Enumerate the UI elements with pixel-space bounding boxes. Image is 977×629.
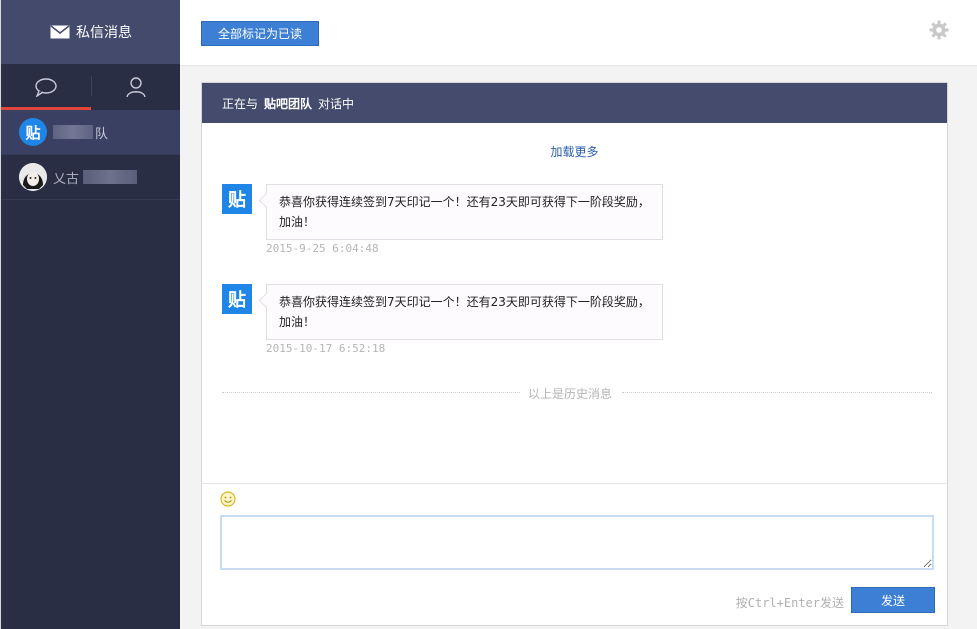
load-more-link[interactable]: 加载更多 bbox=[202, 143, 947, 160]
history-divider-label: 以上是历史消息 bbox=[528, 387, 613, 401]
history-divider: 以上是历史消息 bbox=[222, 385, 932, 401]
tab-conversations[interactable] bbox=[1, 64, 91, 110]
composer: 按Ctrl+Enter发送 发送 bbox=[202, 483, 947, 627]
message-bubble: 恭喜你获得连续签到7天印记一个！还有23天即可获得下一阶段奖励，加油！ bbox=[266, 184, 663, 240]
avatar: 贴 bbox=[19, 118, 47, 146]
sidebar: 私信消息 贴 队 乂古 bbox=[0, 0, 181, 629]
divider-line bbox=[222, 392, 520, 393]
top-toolbar: 全部标记为已读 bbox=[180, 0, 977, 66]
send-button[interactable]: 发送 bbox=[851, 587, 935, 613]
chat-bubble-icon bbox=[35, 78, 57, 97]
message-input[interactable] bbox=[220, 515, 934, 570]
divider-line bbox=[622, 392, 932, 393]
chat-header-suffix: 对话中 bbox=[318, 96, 355, 111]
sidebar-title: 私信消息 bbox=[76, 25, 132, 41]
avatar: 贴 bbox=[222, 284, 252, 314]
chat-header: 正在与 贴吧团队 对话中 bbox=[202, 83, 947, 123]
conversation-name: 乂古 bbox=[53, 171, 80, 187]
chat-panel: 正在与 贴吧团队 对话中 加载更多 贴 恭喜你获得连续签到7天印记一个！还有23… bbox=[201, 82, 948, 626]
message-timestamp: 2015-10-17 6:52:18 bbox=[266, 342, 386, 355]
conversation-name: 队 bbox=[95, 126, 109, 142]
message-timestamp: 2015-9-25 6:04:48 bbox=[266, 242, 379, 255]
message-bubble: 恭喜你获得连续签到7天印记一个！还有23天即可获得下一阶段奖励，加油！ bbox=[266, 284, 663, 340]
tab-contacts[interactable] bbox=[91, 64, 181, 110]
blurred-name bbox=[53, 125, 93, 139]
chat-partner-name: 贴吧团队 bbox=[264, 96, 313, 111]
mail-icon bbox=[50, 25, 70, 39]
blurred-name bbox=[83, 170, 138, 184]
send-hint: 按Ctrl+Enter发送 bbox=[735, 596, 844, 610]
gear-icon[interactable] bbox=[929, 20, 949, 40]
person-icon bbox=[126, 77, 146, 98]
conversation-list: 贴 队 乂古 bbox=[1, 110, 181, 200]
avatar: 贴 bbox=[222, 184, 252, 214]
main-content: 正在与 贴吧团队 对话中 加载更多 贴 恭喜你获得连续签到7天印记一个！还有23… bbox=[180, 66, 977, 629]
conversation-item[interactable]: 乂古 bbox=[1, 155, 181, 200]
sidebar-tabs bbox=[1, 64, 181, 110]
conversation-item[interactable]: 贴 队 bbox=[1, 110, 181, 155]
smiley-icon[interactable] bbox=[220, 491, 236, 507]
sidebar-header: 私信消息 bbox=[1, 0, 181, 64]
mark-all-read-button[interactable]: 全部标记为已读 bbox=[201, 21, 319, 46]
avatar bbox=[19, 163, 47, 191]
chat-header-prefix: 正在与 bbox=[222, 96, 259, 111]
